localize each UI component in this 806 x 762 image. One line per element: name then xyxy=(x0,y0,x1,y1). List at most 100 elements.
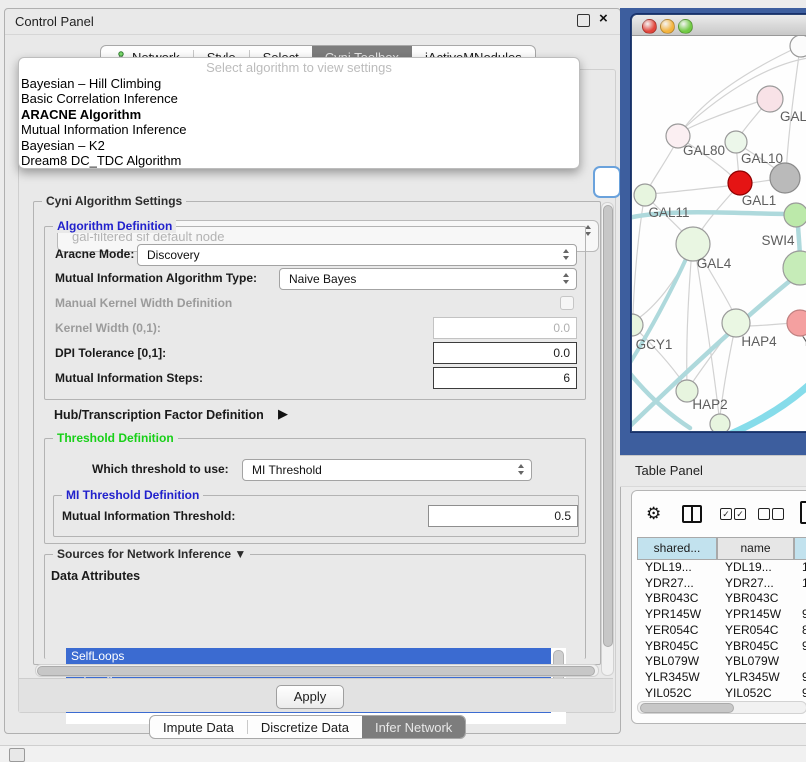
column-header-shared-[interactable]: shared... xyxy=(637,537,717,560)
algorithm-combo-fragment[interactable] xyxy=(593,166,621,198)
column-header-name[interactable]: name xyxy=(717,537,794,560)
table-hscrollbar-thumb[interactable] xyxy=(640,703,734,713)
table-row[interactable]: YBL079WYBL079W xyxy=(637,654,806,670)
table-cell: YDR27... xyxy=(717,576,794,592)
manual-kernel-checkbox[interactable] xyxy=(560,296,574,310)
float-panel-icon[interactable] xyxy=(577,14,590,27)
dpi-tolerance-label: DPI Tolerance [0,1]: xyxy=(55,346,166,360)
checked-box-icon[interactable]: ✓ xyxy=(734,508,746,520)
table-cell: YBR043C xyxy=(717,591,794,607)
network-node-hap4[interactable] xyxy=(722,309,750,337)
table-cell: YDR27... xyxy=(637,576,717,592)
expand-right-icon[interactable]: ▶ xyxy=(278,406,288,422)
document-icon[interactable] xyxy=(800,501,806,524)
table-cell: YLR345W xyxy=(717,670,794,686)
algorithm-option-bayesian-k2[interactable]: Bayesian – K2 xyxy=(19,138,579,153)
network-node[interactable] xyxy=(790,36,806,57)
sources-group-title: Sources for Network Inference ▼ xyxy=(53,547,250,561)
kernel-width-field[interactable]: 0.0 xyxy=(433,317,577,339)
attribute-item-selfloops[interactable]: SelfLoops xyxy=(66,648,551,664)
table-cell: YBR045C xyxy=(717,639,794,655)
table-cell: YBR045C xyxy=(637,639,717,655)
network-edge[interactable] xyxy=(636,248,691,320)
network-canvas[interactable]: GALGAL80GAL10GAL1GAL11SWI4GAL4GCY1HAP4YH… xyxy=(632,36,806,431)
table-cell: 9 xyxy=(794,686,806,702)
network-node[interactable] xyxy=(770,163,800,193)
unchecked-box-icon[interactable] xyxy=(772,508,784,520)
table-cell: YLR345W xyxy=(637,670,717,686)
table-row[interactable]: YPR145WYPR145W9. xyxy=(637,607,806,623)
network-node-gal11[interactable] xyxy=(634,184,656,206)
node-label-swi4: SWI4 xyxy=(761,233,794,248)
algorithm-option-mutual-information-inference[interactable]: Mutual Information Inference xyxy=(19,122,579,137)
network-desktop: GALGAL80GAL10GAL1GAL11SWI4GAL4GCY1HAP4YH… xyxy=(620,8,806,455)
checked-box-icon[interactable]: ✓ xyxy=(720,508,732,520)
algorithm-placeholder: Select algorithm to view settings xyxy=(19,58,579,76)
algorithm-definition-group: Algorithm Definition Aracne Mode: Discov… xyxy=(44,226,586,400)
algorithm-option-aracne-algorithm[interactable]: ARACNE Algorithm xyxy=(19,107,579,122)
minimize-window-icon[interactable] xyxy=(660,19,675,34)
split-columns-icon[interactable] xyxy=(682,505,702,523)
close-panel-icon[interactable]: × xyxy=(599,10,608,27)
table-hscrollbar[interactable] xyxy=(637,701,806,714)
expand-down-icon[interactable]: ▼ xyxy=(234,547,246,561)
gear-icon[interactable]: ⚙ xyxy=(646,505,661,522)
settings-vscrollbar[interactable] xyxy=(601,202,614,676)
apply-button[interactable]: Apply xyxy=(276,685,344,709)
aracne-mode-label: Aracne Mode: xyxy=(55,247,134,261)
network-node-gcy1[interactable] xyxy=(632,314,643,336)
table-panel-title: Table Panel xyxy=(635,463,703,478)
which-threshold-combo[interactable]: MI Threshold xyxy=(242,459,532,481)
network-node-gal1[interactable] xyxy=(728,171,752,195)
application-window: Control Panel × NetworkStyleSelectCyni T… xyxy=(0,0,806,762)
mi-type-label: Mutual Information Algorithm Type: xyxy=(55,271,257,285)
table-row[interactable]: YLR345WYLR345W9. xyxy=(637,670,806,686)
network-edge[interactable] xyxy=(695,250,719,416)
dock-panel-icon[interactable] xyxy=(9,748,25,762)
zoom-window-icon[interactable] xyxy=(678,19,693,34)
settings-hscrollbar[interactable] xyxy=(35,664,599,677)
hub-section-label[interactable]: Hub/Transcription Factor Definition xyxy=(54,408,264,422)
network-node[interactable] xyxy=(784,203,806,227)
cyni-algorithm-settings-group: Cyni Algorithm Settings Algorithm Defini… xyxy=(33,201,601,665)
dpi-tolerance-field[interactable]: 0.0 xyxy=(433,342,577,364)
settings-hscrollbar-thumb[interactable] xyxy=(37,666,595,676)
table-row[interactable]: YDR27...YDR27...12 xyxy=(637,576,806,592)
network-node-y[interactable] xyxy=(787,310,806,336)
node-label-y: Y xyxy=(802,334,806,349)
mi-steps-label: Mutual Information Steps: xyxy=(55,371,203,385)
table-panel-card: ⚙ ✓ ✓ shared...nameAYDL19...YDL19...13YD… xyxy=(631,490,806,724)
network-view-window[interactable]: GALGAL80GAL10GAL1GAL11SWI4GAL4GCY1HAP4YH… xyxy=(631,14,806,432)
table-row[interactable]: YER054CYER054C8. xyxy=(637,623,806,639)
table-row[interactable]: YBR043CYBR043C xyxy=(637,591,806,607)
mi-type-combo[interactable]: Naive Bayes xyxy=(279,268,577,290)
algorithm-options: Bayesian – Hill ClimbingBasic Correlatio… xyxy=(19,76,579,168)
algorithm-option-dream8-dc-tdc-algorithm[interactable]: Dream8 DC_TDC Algorithm xyxy=(19,153,579,168)
network-window-titlebar[interactable] xyxy=(632,15,806,36)
node-label-gal: GAL xyxy=(780,109,806,124)
settings-vscrollbar-thumb[interactable] xyxy=(603,205,613,647)
tab-infer-network[interactable]: Infer Network xyxy=(362,716,465,738)
aracne-mode-combo[interactable]: Discovery xyxy=(137,244,577,266)
network-graph: GALGAL80GAL10GAL1GAL11SWI4GAL4GCY1HAP4YH… xyxy=(632,36,806,431)
tab-impute-data[interactable]: Impute Data xyxy=(150,716,247,738)
table-row[interactable]: YDL19...YDL19...13 xyxy=(637,560,806,576)
network-node[interactable] xyxy=(710,414,730,431)
table-row[interactable]: YBR045CYBR045C9. xyxy=(637,639,806,655)
mi-steps-field[interactable]: 6 xyxy=(433,367,577,389)
mi-threshold-field[interactable]: 0.5 xyxy=(428,505,578,527)
table-row[interactable]: YIL052CYIL052C9 xyxy=(637,686,806,702)
unchecked-box-icon[interactable] xyxy=(758,508,770,520)
algorithm-option-basic-correlation-inference[interactable]: Basic Correlation Inference xyxy=(19,91,579,106)
tab-discretize-data[interactable]: Discretize Data xyxy=(248,716,362,738)
table-cell: YIL052C xyxy=(717,686,794,702)
algorithm-option-bayesian-hill-climbing[interactable]: Bayesian – Hill Climbing xyxy=(19,76,579,91)
network-node-swi4[interactable] xyxy=(783,251,806,285)
close-window-icon[interactable] xyxy=(642,19,657,34)
data-attributes-label: Data Attributes xyxy=(51,569,140,583)
network-node-gal10[interactable] xyxy=(725,131,747,153)
table-cell: YIL052C xyxy=(637,686,717,702)
network-edge[interactable] xyxy=(650,185,737,194)
network-edge[interactable] xyxy=(726,384,806,431)
column-header-a[interactable]: A xyxy=(794,537,806,560)
